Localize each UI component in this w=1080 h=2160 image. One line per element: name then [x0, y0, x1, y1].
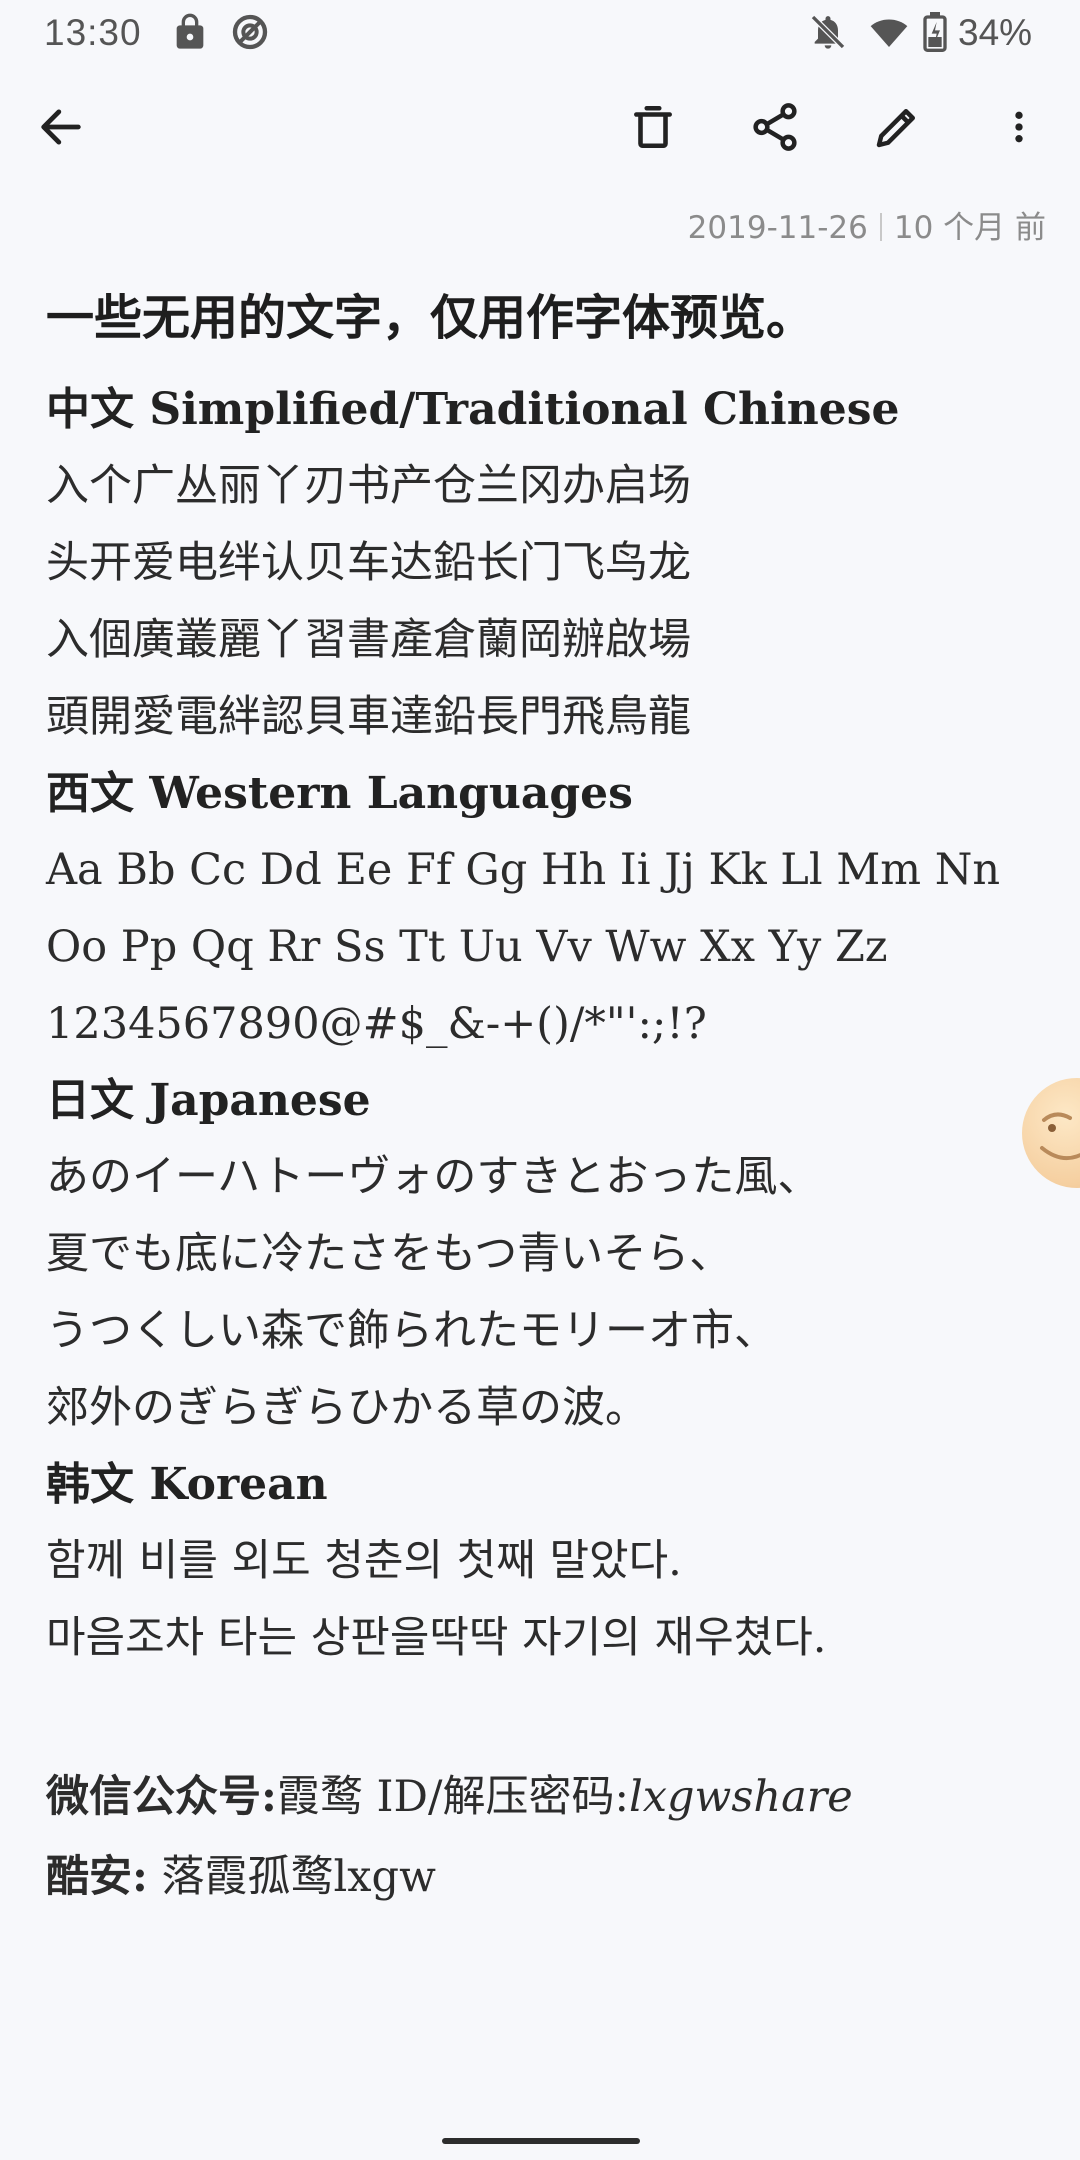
- note-toolbar: [0, 84, 1080, 174]
- back-button[interactable]: [28, 96, 94, 162]
- section-heading-japanese: 日文 Japanese: [46, 1075, 371, 1126]
- text-line: 頭開愛電絆認貝車達鉛長門飛鳥龍: [46, 692, 691, 742]
- delete-button[interactable]: [620, 96, 686, 162]
- text-line: 마음조차 타는 상판을딱딱 자기의 재우쳤다.: [46, 1613, 827, 1663]
- text-line: 함께 비를 외도 청춘의 첫째 말았다.: [46, 1536, 682, 1586]
- trash-icon: [628, 100, 678, 158]
- text-line: 1234567890@#$_&-+()/*"':;!?: [46, 999, 707, 1049]
- section-heading-korean: 韩文 Korean: [46, 1459, 328, 1510]
- note-body[interactable]: 一些无用的文字，仅用作字体预览。 中文 Simplified/Tradition…: [46, 282, 1046, 1917]
- note-meta: 2019-11-26 10 个月 前: [688, 202, 1046, 247]
- text-line: Oo Pp Qq Rr Ss Tt Uu Vv Ww Xx Yy Zz: [46, 922, 888, 972]
- section-heading-chinese: 中文 Simplified/Traditional Chinese: [46, 384, 900, 435]
- more-vert-icon: [999, 100, 1039, 158]
- wechat-label: 微信公众号:: [46, 1772, 277, 1822]
- edit-pencil-icon: [870, 100, 924, 158]
- status-time: 13:30: [44, 12, 142, 53]
- text-line: あのイーハトーヴォのすきとおった風、: [46, 1152, 821, 1202]
- text-line: 头开爱电绊认贝车达鉛长门飞鸟龙: [46, 538, 691, 588]
- wifi-icon: [868, 12, 908, 52]
- more-options-button[interactable]: [986, 96, 1052, 162]
- text-line: 郊外のぎらぎらひかる草の波。: [46, 1383, 648, 1433]
- text-line: 夏でも底に冷たさをもつ青いそら、: [46, 1229, 733, 1279]
- coolapk-label: 酷安:: [46, 1852, 148, 1902]
- back-arrow-icon: [35, 101, 87, 157]
- text-line: 入个广丛丽丫刃书产仓兰冈办启场: [46, 461, 691, 511]
- text-line: Aa Bb Cc Dd Ee Ff Gg Hh Ii Jj Kk Ll Mm N…: [46, 845, 1001, 895]
- notifications-off-icon: [808, 12, 848, 52]
- gesture-navigation-bar[interactable]: [442, 2138, 640, 2144]
- status-bar: 13:30 34%: [0, 0, 1080, 68]
- battery-percentage: 34%: [958, 12, 1033, 53]
- note-title: 一些无用的文字，仅用作字体预览。: [46, 290, 815, 346]
- text-line: うつくしい森で飾られたモリーオ市、: [46, 1306, 777, 1356]
- smiley-face-icon: [1040, 1112, 1080, 1160]
- meta-divider: [879, 213, 882, 241]
- share-icon: [748, 100, 802, 158]
- note-date: 2019-11-26: [687, 210, 868, 246]
- floating-emoji-bubble[interactable]: [1022, 1078, 1080, 1188]
- section-heading-western: 西文 Western Languages: [46, 768, 633, 819]
- data-saver-icon: [230, 12, 270, 52]
- edit-button[interactable]: [864, 96, 930, 162]
- wechat-value: 霞鹜 ID/解压密码:: [276, 1772, 629, 1822]
- battery-icon: [922, 12, 952, 53]
- text-line: 入個廣叢麗丫習書產倉蘭岡辦啟場: [46, 615, 691, 665]
- wechat-id: lxgwshare: [628, 1772, 853, 1822]
- wechat-line: 微信公众号:霞鹜 ID/解压密码:lxgwshare: [46, 1757, 1046, 1837]
- coolapk-value: 落霞孤鹜lxgw: [147, 1852, 436, 1902]
- note-relative-time: 10 个月 前: [893, 210, 1046, 246]
- coolapk-line: 酷安: 落霞孤鹜lxgw: [46, 1837, 1046, 1917]
- share-button[interactable]: [742, 96, 808, 162]
- lock-icon: [170, 12, 210, 52]
